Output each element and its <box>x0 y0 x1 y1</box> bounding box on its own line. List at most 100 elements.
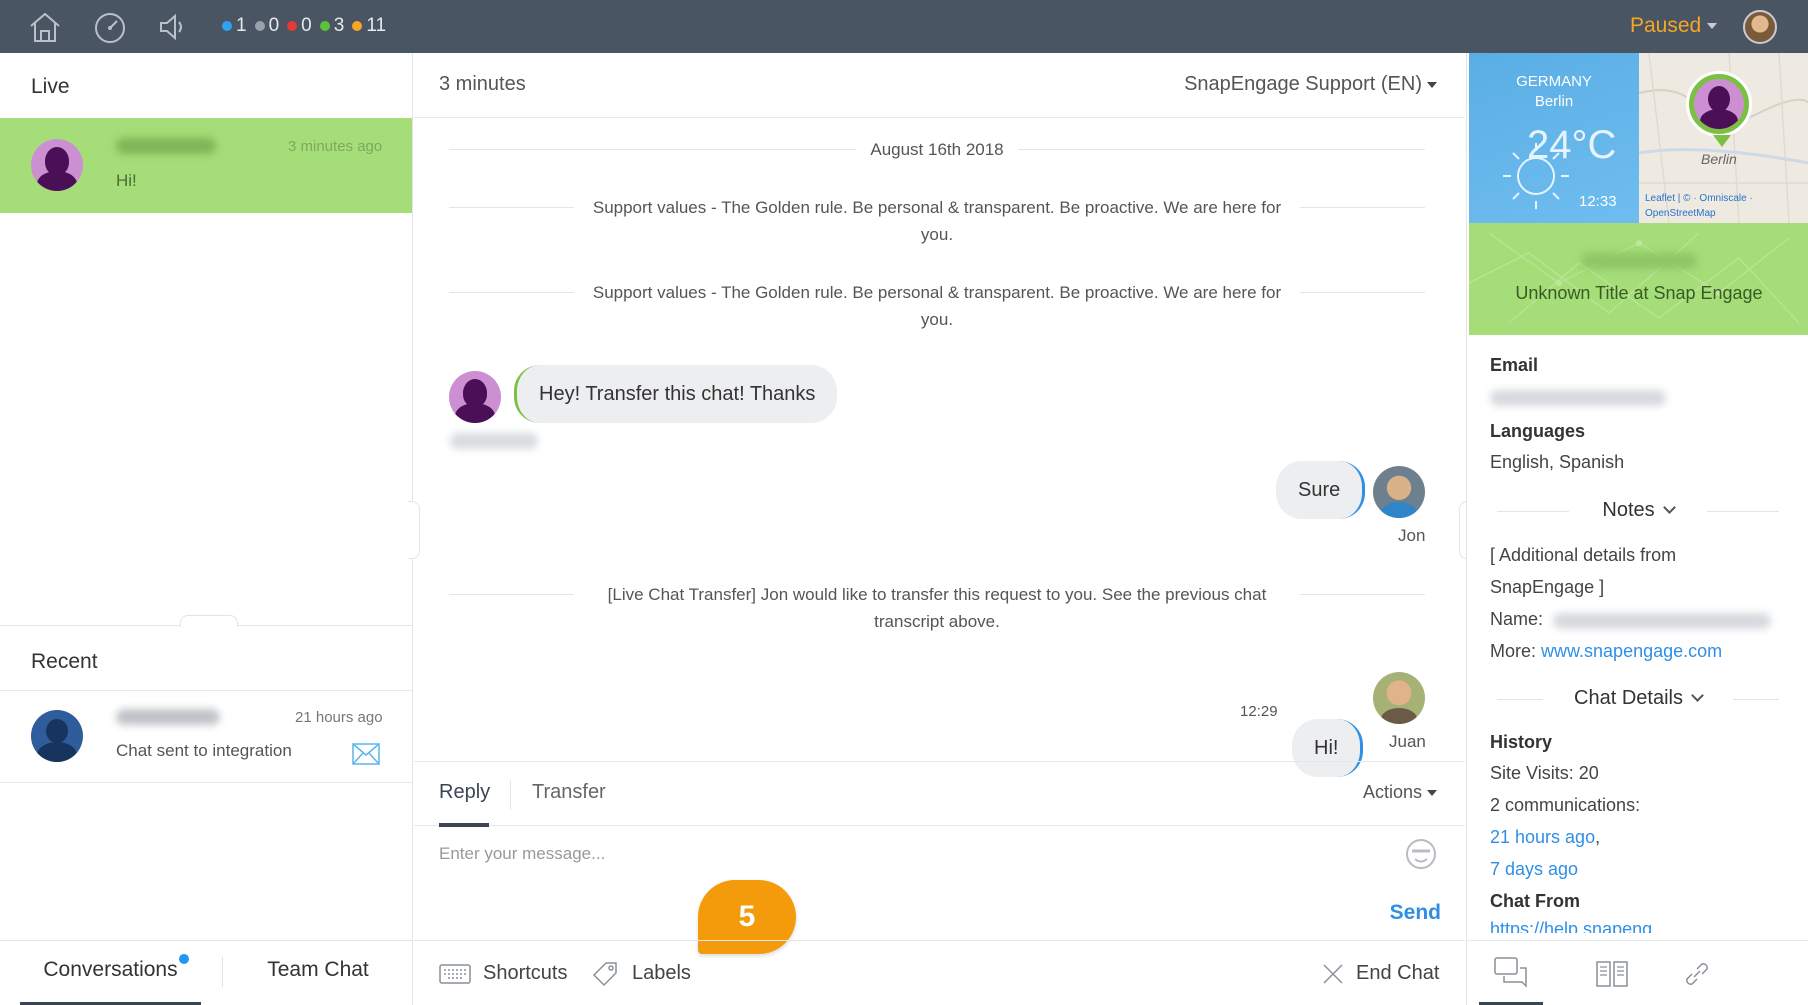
visitor-avatar <box>31 710 83 762</box>
notes-more-label: More: <box>1490 641 1537 661</box>
tab-conversations-label: Conversations <box>43 958 178 981</box>
notification-dot-icon <box>179 954 189 964</box>
visitor-title: Unknown Title at Snap Engage <box>1515 283 1763 303</box>
resize-handle[interactable] <box>180 615 238 627</box>
communication-row: 21 hours ago, <box>1490 827 1600 848</box>
system-message-text: Support values - The Golden rule. Be per… <box>574 279 1300 333</box>
counter-grey: 0 <box>268 15 280 36</box>
date-separator: August 16th 2018 <box>449 136 1425 163</box>
actions-dropdown[interactable]: Actions <box>1363 762 1437 827</box>
visitor-info-panel: GERMANY Berlin 24°C 12:33 Berlin Leaflet… <box>1466 53 1808 1005</box>
tab-reply[interactable]: Reply <box>439 762 490 827</box>
user-avatar[interactable] <box>1743 10 1777 44</box>
map-city-label: Berlin <box>1701 151 1737 167</box>
chat-from-label: Chat From <box>1490 891 1580 911</box>
chat-header: 3 minutes SnapEngage Support (EN) <box>414 53 1465 118</box>
visitor-title-banner: Unknown Title at Snap Engage <box>1469 223 1808 335</box>
visitor-avatar <box>31 139 83 191</box>
weather-temperature: 24°C <box>1527 123 1617 167</box>
redacted-email <box>1490 390 1666 406</box>
weather-country: GERMANY <box>1516 73 1592 90</box>
message-input[interactable] <box>439 839 1369 869</box>
chat-from-link[interactable]: https://help.snapeng... <box>1490 919 1667 933</box>
online-dot-icon <box>222 21 232 31</box>
map-attribution[interactable]: Leaflet | © · Omniscale · OpenStreetMap <box>1645 191 1753 221</box>
chat-bubbles-icon <box>1494 956 1527 988</box>
visitor-avatar <box>449 371 501 423</box>
counter-blue: 1 <box>236 15 247 36</box>
labels-button[interactable]: Labels <box>590 941 691 1005</box>
left-resize-handle[interactable] <box>408 501 420 559</box>
counter-green: 3 <box>333 15 345 36</box>
live-conversation-item[interactable]: 3 minutes ago Hi! <box>0 118 412 213</box>
recent-conversation-item[interactable]: 21 hours ago Chat sent to integration <box>0 690 412 783</box>
status-dropdown[interactable]: Paused <box>1630 14 1718 38</box>
agent-message-text: Sure <box>1298 479 1341 501</box>
emoji-icon[interactable] <box>1404 837 1438 871</box>
notes-name-label: Name: <box>1490 609 1544 629</box>
caret-down-icon <box>1427 81 1437 88</box>
status-label: Paused <box>1630 14 1702 37</box>
labels-label: Labels <box>632 962 691 984</box>
reply-tab-bar: Reply Transfer Actions <box>414 761 1465 827</box>
more-link[interactable]: www.snapengage.com <box>1541 641 1722 661</box>
live-item-time: 3 minutes ago <box>288 138 383 155</box>
visitor-message-bubble: Hey! Transfer this chat! Thanks <box>514 365 838 423</box>
tab-chat-info[interactable] <box>1479 941 1543 1005</box>
available-dot-icon <box>319 21 330 31</box>
redacted-visitor-name <box>116 138 216 154</box>
tab-team-chat[interactable]: Team Chat <box>228 941 408 1005</box>
sound-icon[interactable] <box>156 10 190 44</box>
chat-details-toggle[interactable]: Chat Details <box>1497 687 1779 710</box>
left-tab-bar: Conversations Team Chat <box>0 940 412 1005</box>
notes-section-toggle[interactable]: Notes <box>1497 499 1779 522</box>
communication-link[interactable]: 21 hours ago <box>1490 827 1595 847</box>
end-chat-button[interactable]: End Chat <box>1322 941 1439 1005</box>
shortcuts-button[interactable]: Shortcuts <box>439 941 567 1005</box>
counter-red: 0 <box>301 15 312 36</box>
chat-from-clip: https://help.snapeng... <box>1490 919 1790 933</box>
chat-date: August 16th 2018 <box>856 136 1018 163</box>
caret-down-icon <box>1427 790 1437 797</box>
chevron-down-icon <box>1691 689 1704 702</box>
communications-count: 2 communications: <box>1490 795 1641 815</box>
tab-transfer[interactable]: Transfer <box>532 762 606 827</box>
tab-conversations[interactable]: Conversations <box>20 941 201 1005</box>
communication-link[interactable]: 7 days ago <box>1490 859 1578 879</box>
tag-icon <box>592 961 617 986</box>
languages-value: English, Spanish <box>1490 452 1625 472</box>
agent-name-jon: Jon <box>1398 526 1426 545</box>
comma-separator: , <box>1595 827 1601 847</box>
chevron-down-icon <box>1662 501 1676 514</box>
agent-message-text: Hi! <box>1314 737 1339 759</box>
recent-section-title: Recent <box>31 650 98 673</box>
languages-label: Languages <box>1490 421 1586 441</box>
queue-dropdown[interactable]: SnapEngage Support (EN) <box>1184 73 1437 96</box>
site-visits: Site Visits: 20 <box>1490 763 1599 783</box>
send-button[interactable]: Send <box>1390 901 1441 925</box>
queue-label: SnapEngage Support (EN) <box>1184 73 1422 95</box>
notes-line: SnapEngage ] <box>1490 577 1605 597</box>
dashboard-icon[interactable] <box>93 10 127 44</box>
system-message-text: Support values - The Golden rule. Be per… <box>574 194 1300 248</box>
status-counters: 1 0 0 3 11 <box>222 15 394 37</box>
visitor-message-text: Hey! Transfer this chat! Thanks <box>539 383 816 405</box>
communication-row: 7 days ago <box>1490 859 1578 880</box>
home-icon[interactable] <box>28 10 62 44</box>
shortcuts-label: Shortcuts <box>483 962 568 984</box>
map-credit-line2: OpenStreetMap <box>1645 208 1716 219</box>
caret-down-icon <box>1707 23 1718 30</box>
queue-dot-icon <box>352 21 363 31</box>
conversation-list-panel: Live 3 minutes ago Hi! Recent 21 hours a… <box>0 53 413 1005</box>
location-map[interactable]: Berlin Leaflet | © · Omniscale · OpenStre… <box>1639 53 1808 223</box>
message-time: 12:29 <box>1240 703 1278 720</box>
chat-details-label: Chat Details <box>1574 687 1683 709</box>
tab-links[interactable] <box>1665 941 1729 1005</box>
tab-team-chat-label: Team Chat <box>267 958 369 981</box>
notes-more-row: More: www.snapengage.com <box>1490 641 1722 662</box>
redacted-visitor-name <box>450 433 538 449</box>
mail-icon <box>352 743 380 765</box>
system-message: Support values - The Golden rule. Be per… <box>449 194 1425 248</box>
tab-knowledge[interactable] <box>1580 941 1644 1005</box>
live-item-message: Hi! <box>116 171 137 190</box>
